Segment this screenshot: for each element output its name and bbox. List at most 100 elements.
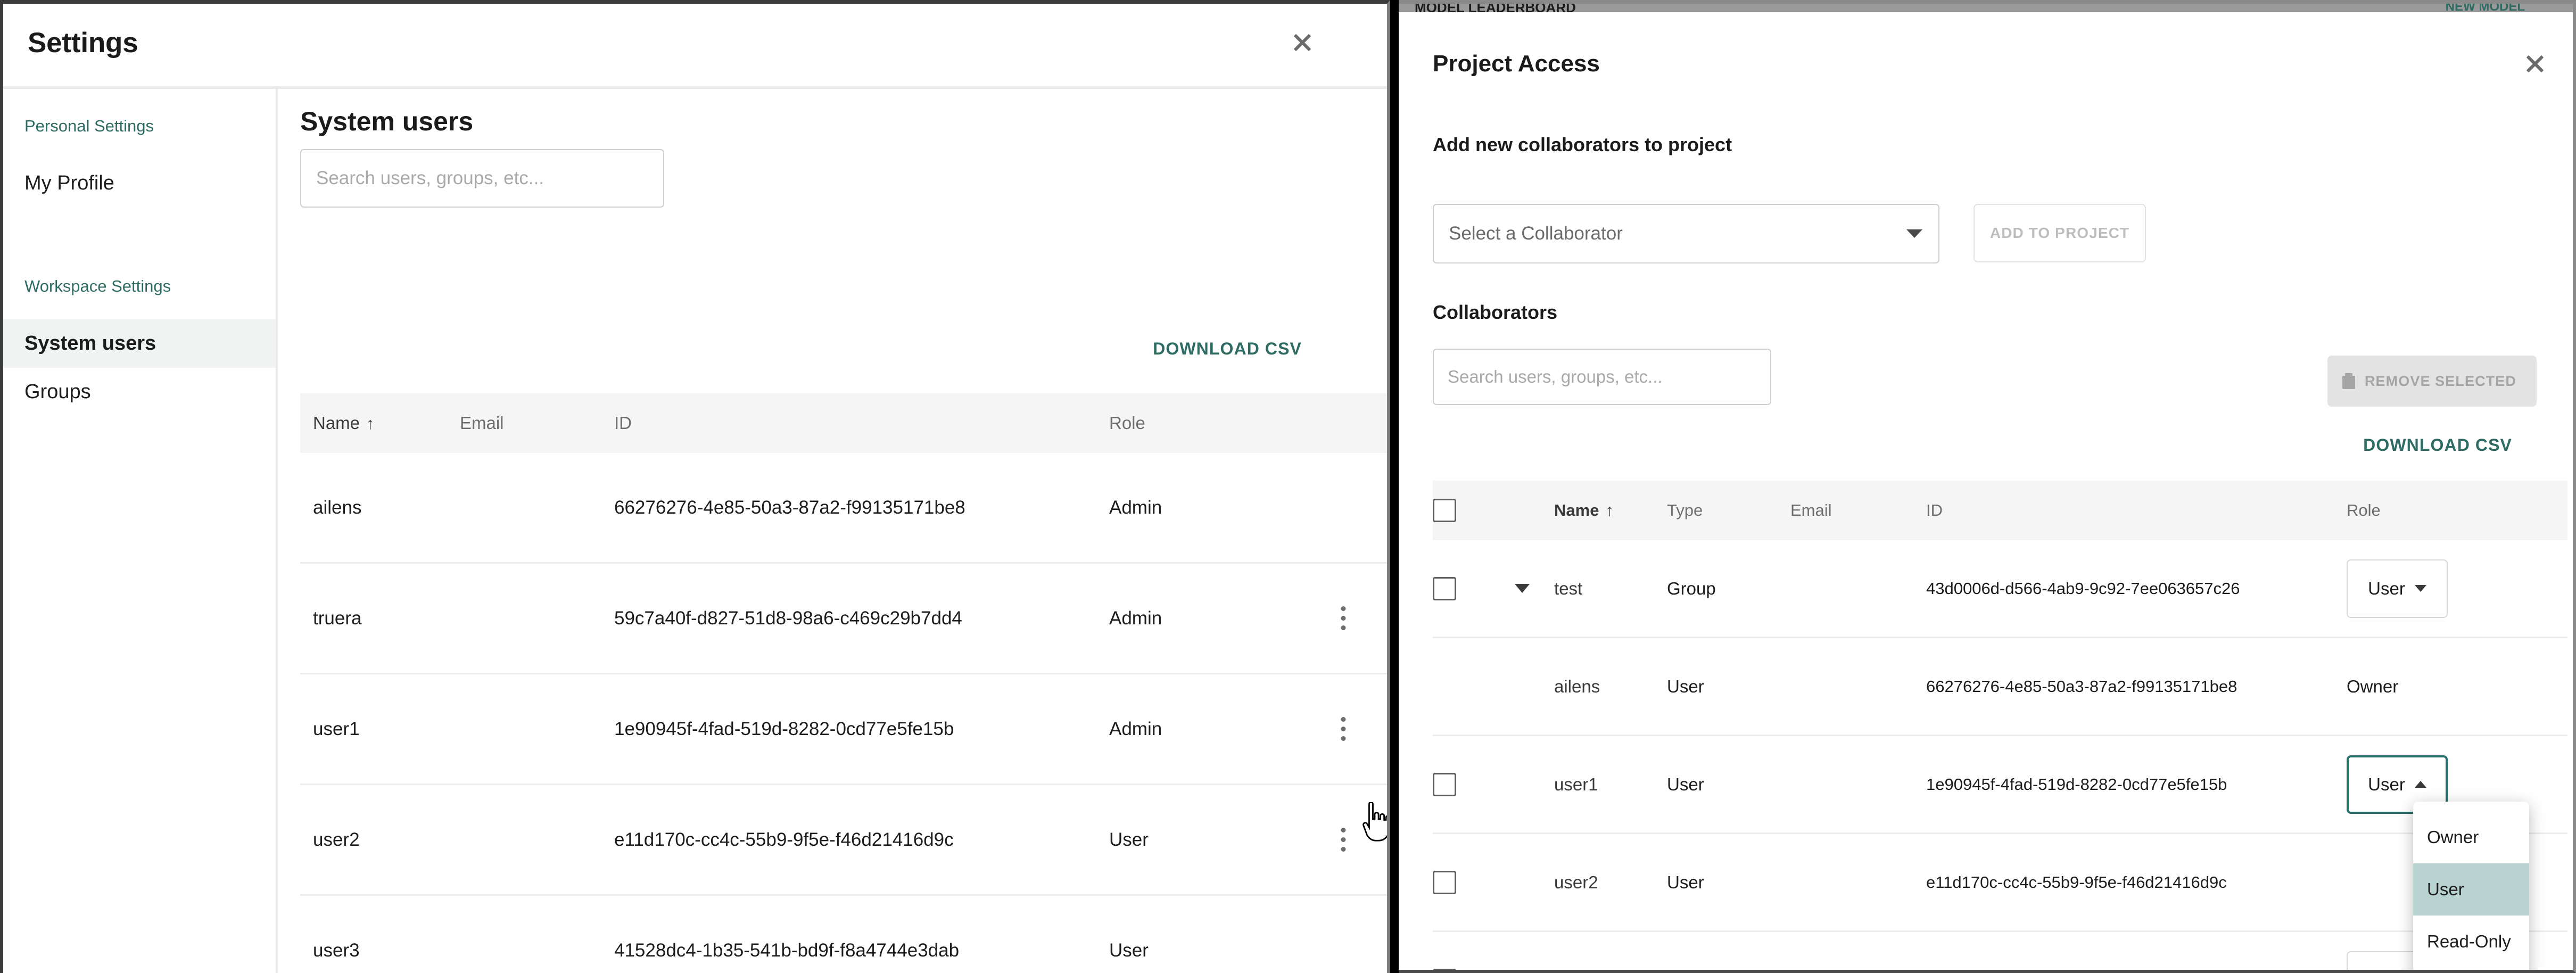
chevron-down-icon	[1906, 229, 1922, 238]
table-row[interactable]: user1 User 1e90945f-4fad-519d-8282-0cd77e5…	[1433, 736, 2567, 834]
screen-root: Settings Personal Settings My Profile Wo…	[0, 0, 2576, 973]
sidebar-item-my-profile[interactable]: My Profile	[3, 159, 276, 208]
cell-name: truera	[313, 607, 362, 629]
cell-id: 66276276-4e85-50a3-87a2-f99135171be8	[1926, 677, 2238, 696]
settings-sidebar: Personal Settings My Profile Workspace S…	[3, 89, 278, 973]
chevron-down-icon	[2414, 585, 2426, 592]
background-new-model-link: NEW MODEL	[2445, 4, 2525, 12]
cell-role: User	[2347, 559, 2469, 618]
collaborators-search-input[interactable]	[1433, 349, 1771, 405]
remove-selected-label: REMOVE SELECTED	[2364, 373, 2516, 389]
cell-id: 66276276-4e85-50a3-87a2-f99135171be8	[614, 497, 965, 518]
column-header-name[interactable]: Name ↑	[1554, 501, 1667, 520]
role-option-user[interactable]: User	[2413, 863, 2529, 916]
cell-id: 41528dc4-1b35-541b-bd9f-f8a4744e3dab	[614, 939, 960, 961]
cell-checkbox	[1433, 870, 1490, 894]
cell-id: 59c7a40f-d827-51d8-98a6-c469c29b7dd4	[614, 607, 962, 629]
modal-title: Project Access	[1433, 51, 1600, 77]
role-option-owner[interactable]: Owner	[2413, 811, 2529, 863]
sidebar-item-groups[interactable]: Groups	[3, 368, 276, 416]
table-body: ailens 66276276-4e85-50a3-87a2-f99135171b…	[300, 453, 1387, 973]
cell-checkbox	[1433, 576, 1490, 600]
cell-type: User	[1667, 676, 1704, 696]
project-access-window: MODEL LEADERBOARD NEW MODEL Project Acce…	[1399, 0, 2576, 973]
cell-name: ailens	[1554, 676, 1600, 696]
cell-id: e11d170c-cc4c-55b9-9f5e-f46d21416d9c	[614, 829, 954, 850]
download-csv-link[interactable]: DOWNLOAD CSV	[1153, 339, 1302, 359]
cell-type: User	[1667, 872, 1704, 892]
collaborators-table: Name ↑ Type Email ID Role test Group 43d000…	[1433, 481, 2567, 973]
column-header-id[interactable]: ID	[1926, 501, 2347, 520]
sidebar-group-workspace-settings: Workspace Settings	[24, 277, 171, 295]
table-row[interactable]: user1 1e90945f-4fad-519d-8282-0cd77e5fe15…	[300, 674, 1387, 785]
background-leaderboard-title: MODEL LEADERBOARD	[1415, 4, 1576, 12]
sidebar-item-system-users[interactable]: System users	[3, 319, 276, 368]
cell-checkbox	[1433, 968, 1490, 970]
column-header-type[interactable]: Type	[1667, 501, 1790, 520]
more-options-icon[interactable]	[1329, 826, 1358, 854]
cell-role: User	[1109, 939, 1149, 961]
trash-icon	[2342, 373, 2355, 389]
row-checkbox[interactable]	[1433, 870, 1456, 894]
collaborators-heading: Collaborators	[1433, 301, 1558, 323]
cell-id: 43d0006d-d566-4ab9-9c92-7ee063657c26	[1926, 579, 2240, 598]
column-header-role[interactable]: Role	[2347, 501, 2469, 520]
more-options-icon[interactable]	[1329, 604, 1358, 633]
column-header-role[interactable]: Role	[1109, 413, 1301, 433]
table-row[interactable]: ailens User 66276276-4e85-50a3-87a2-f99135…	[1433, 638, 2567, 736]
collaborator-select[interactable]: Select a Collaborator	[1433, 204, 1939, 263]
select-all-checkbox[interactable]	[1433, 499, 1456, 522]
select-all-checkbox-cell	[1433, 499, 1490, 522]
table-row[interactable]: truera 59c7a40f-d827-51d8-98a6-c469c29b7d…	[300, 564, 1387, 674]
table-row[interactable]: test Group 43d0006d-d566-4ab9-9c92-7ee0636…	[1433, 540, 2567, 638]
chevron-down-icon[interactable]	[1515, 584, 1530, 593]
project-access-modal: Project Access Add new collaborators to …	[1405, 12, 2567, 970]
remove-selected-button[interactable]: REMOVE SELECTED	[2327, 356, 2537, 407]
cell-expand	[1490, 584, 1554, 593]
table-header-row: Name ↑ Email ID Role	[300, 393, 1387, 453]
chevron-up-icon	[2414, 781, 2426, 788]
column-header-email[interactable]: Email	[1790, 501, 1926, 520]
collaborator-select-label: Select a Collaborator	[1449, 223, 1623, 244]
search-input[interactable]	[300, 149, 664, 208]
column-header-email[interactable]: Email	[460, 413, 614, 433]
table-body: test Group 43d0006d-d566-4ab9-9c92-7ee0636…	[1433, 540, 2567, 973]
table-row[interactable]: user3User41528dc4-1b35-541b-bd9f-f8a4744…	[1433, 932, 2567, 973]
column-header-name[interactable]: Name ↑	[300, 413, 460, 433]
table-row[interactable]: user2 e11d170c-cc4c-55b9-9f5e-f46d21416d9…	[300, 785, 1387, 896]
role-option-read-only[interactable]: Read-Only	[2413, 916, 2529, 968]
add-collaborators-heading: Add new collaborators to project	[1433, 134, 1732, 155]
role-select[interactable]: User	[2347, 559, 2448, 618]
cell-role: Admin	[1109, 607, 1162, 629]
cell-type: Group	[1667, 578, 1716, 598]
table-row[interactable]: user3 41528dc4-1b35-541b-bd9f-f8a4744e3da…	[300, 896, 1387, 973]
row-checkbox[interactable]	[1433, 772, 1456, 796]
role-value: Owner	[2347, 676, 2399, 696]
cell-role: Owner	[2347, 677, 2469, 697]
close-icon[interactable]	[1286, 26, 1319, 59]
cell-role: Admin	[1109, 718, 1162, 739]
sort-ascending-icon: ↑	[366, 414, 375, 433]
cell-actions	[1301, 715, 1386, 744]
cell-name: ailens	[313, 497, 362, 518]
cell-type: User	[1667, 970, 1790, 973]
table-row[interactable]: user2 User e11d170c-cc4c-55b9-9f5e-f46d214…	[1433, 834, 2567, 932]
row-checkbox[interactable]	[1433, 576, 1456, 600]
download-csv-link[interactable]: DOWNLOAD CSV	[2363, 435, 2512, 455]
table-header-row: Name ↑ Type Email ID Role	[1433, 481, 2567, 540]
role-select-label: User	[2368, 970, 2405, 973]
cell-id: 41528dc4-1b35-541b-bd9f-f8a4744e3dab	[1926, 971, 2347, 973]
add-to-project-button[interactable]: ADD TO PROJECT	[1974, 204, 2146, 262]
cell-type: User	[1667, 774, 1704, 794]
cell-role: Admin	[1109, 497, 1162, 518]
background-page-strip: MODEL LEADERBOARD NEW MODEL	[1399, 4, 2573, 12]
column-header-name-label: Name	[1554, 501, 1599, 520]
table-row[interactable]: ailens 66276276-4e85-50a3-87a2-f99135171b…	[300, 453, 1387, 564]
more-options-icon[interactable]	[1329, 715, 1358, 744]
settings-body: Personal Settings My Profile Workspace S…	[3, 89, 1387, 973]
row-checkbox[interactable]	[1433, 968, 1456, 970]
column-header-id[interactable]: ID	[614, 413, 1109, 433]
cell-id: 1e90945f-4fad-519d-8282-0cd77e5fe15b	[1926, 774, 2227, 794]
role-dropdown-menu[interactable]: Owner User Read-Only	[2413, 802, 2529, 970]
close-icon[interactable]	[2519, 47, 2552, 80]
